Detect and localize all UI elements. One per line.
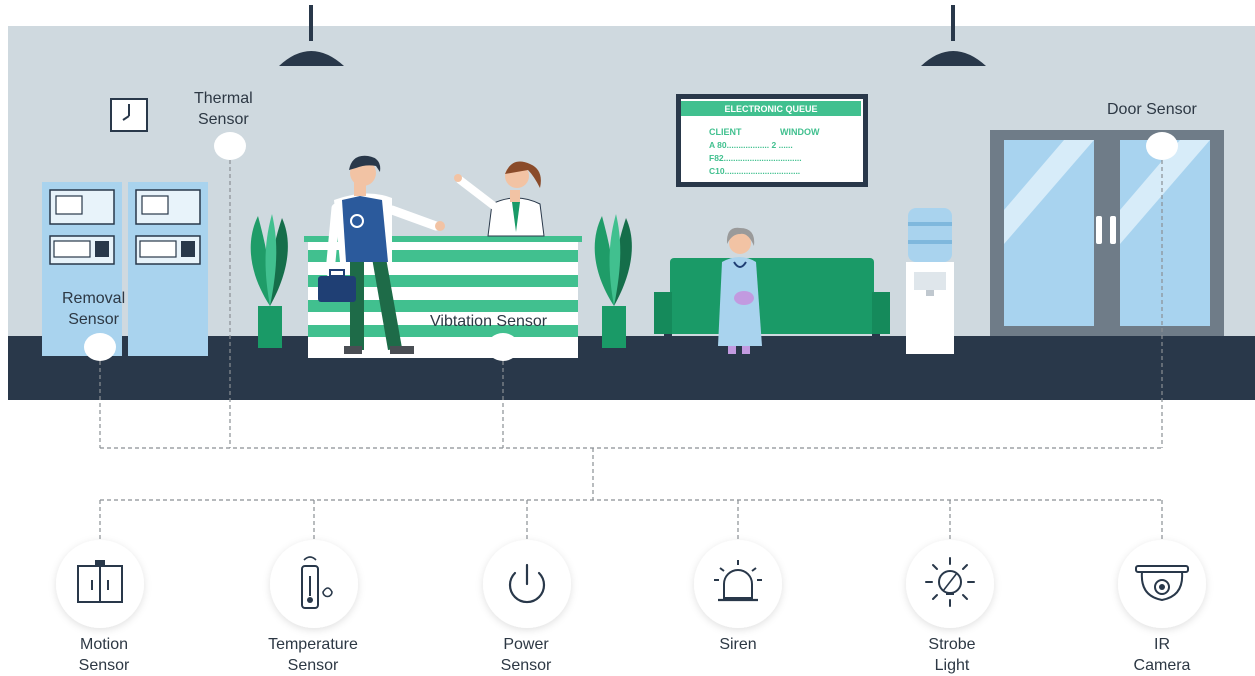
thermal-sensor-label: Thermal Sensor — [194, 88, 253, 130]
motion-sensor-icon — [56, 540, 144, 628]
door-sensor-label-text: Door Sensor — [1107, 101, 1197, 118]
thermal-sensor-label-line1: Thermal — [194, 90, 253, 107]
device-label-line1: Temperature — [268, 636, 358, 653]
device-label-motion-sensor: Motion Sensor — [24, 634, 184, 676]
device-label-line2: Camera — [1133, 657, 1191, 674]
double-door — [990, 130, 1224, 336]
device-label-line1: IR — [1154, 636, 1170, 653]
device-label-line1: Power — [503, 636, 549, 653]
atm-machine-right — [128, 182, 208, 356]
removal-sensor-label: Removal Sensor — [62, 288, 125, 330]
removal-sensor-label-line1: Removal — [62, 290, 126, 307]
thermal-sensor-marker — [214, 132, 246, 160]
device-label-siren: Siren — [658, 634, 818, 655]
removal-sensor-label-line2: Sensor — [68, 311, 119, 328]
vibration-sensor-marker — [487, 333, 519, 361]
strobe-light-icon — [906, 540, 994, 628]
door-sensor-label: Door Sensor — [1107, 99, 1197, 120]
queue-row-3: C10................................ — [709, 166, 800, 176]
device-label-power-sensor: Power Sensor — [446, 634, 606, 676]
device-label-line1: Strobe — [928, 636, 976, 653]
device-label-line2: Sensor — [500, 657, 552, 674]
device-label-line2: Sensor — [287, 657, 339, 674]
sofa — [654, 258, 890, 346]
device-label-line2: Sensor — [78, 657, 130, 674]
device-label-line2: Light — [934, 657, 970, 674]
power-sensor-icon — [483, 540, 571, 628]
queue-row-1: A 80.................. 2 ...... — [709, 140, 793, 150]
device-label-temperature-sensor: Temperature Sensor — [233, 634, 393, 676]
device-label-line1: Motion — [79, 636, 129, 653]
queue-board-title: ELECTRONIC QUEUE — [724, 104, 817, 114]
device-label-strobe-light: Strobe Light — [872, 634, 1032, 676]
queue-row-2: F82................................. — [709, 153, 802, 163]
device-label-line1: Siren — [719, 636, 757, 653]
bank-lobby-scene: ELECTRONIC QUEUE CLIENT WINDOW A 80.....… — [8, 5, 1255, 628]
thermal-sensor-label-line2: Sensor — [197, 111, 249, 128]
queue-col-window: WINDOW — [780, 127, 820, 137]
queue-col-client: CLIENT — [709, 127, 742, 137]
device-label-ir-camera: IR Camera — [1082, 634, 1242, 676]
temperature-sensor-icon — [270, 540, 358, 628]
vibration-sensor-label: Vibtation Sensor — [430, 311, 547, 332]
clock-icon — [110, 98, 148, 132]
water-cooler — [906, 208, 954, 354]
ir-camera-icon — [1118, 540, 1206, 628]
siren-icon — [694, 540, 782, 628]
removal-sensor-marker — [84, 333, 116, 361]
electronic-queue-board: ELECTRONIC QUEUE CLIENT WINDOW A 80.....… — [676, 94, 868, 187]
vibration-sensor-label-text: Vibtation Sensor — [430, 313, 548, 330]
door-sensor-marker — [1146, 132, 1178, 160]
